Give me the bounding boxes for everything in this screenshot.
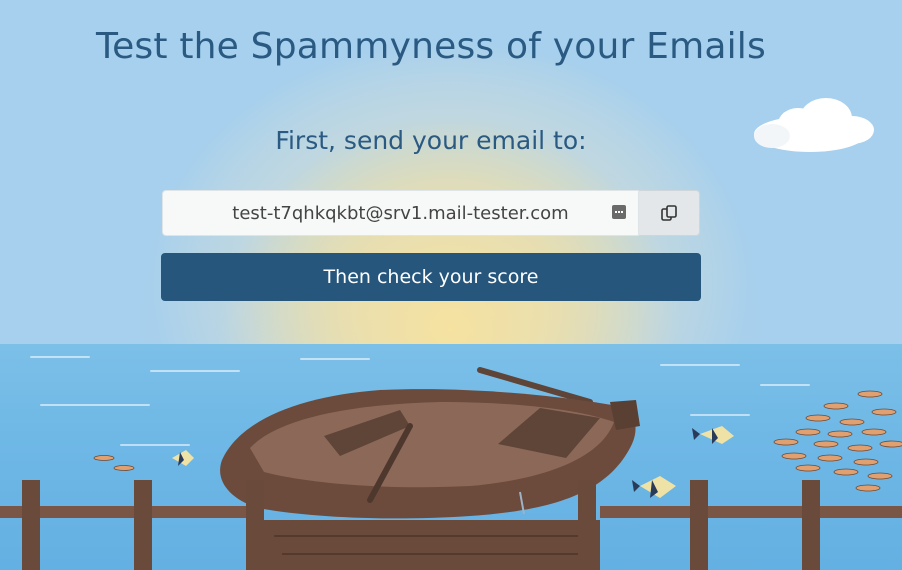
password-manager-icon[interactable] (612, 205, 626, 219)
send-instruction: First, send your email to: (275, 126, 587, 155)
page-title: Test the Spammyness of your Emails (96, 26, 766, 67)
email-address-field[interactable]: test-t7qhkqkbt@srv1.mail-tester.com (162, 190, 639, 236)
copy-button[interactable] (639, 190, 700, 236)
yellow-fish-3 (632, 476, 676, 498)
background-scene: Test the Spammyness of your Emails First… (0, 0, 902, 570)
email-address-text: test-t7qhkqkbt@srv1.mail-tester.com (232, 202, 569, 224)
check-score-button[interactable]: Then check your score (161, 253, 701, 301)
yellow-fish-2 (172, 450, 194, 466)
yellow-fish-1 (692, 426, 734, 444)
copy-icon (661, 205, 677, 221)
email-address-group: test-t7qhkqkbt@srv1.mail-tester.com (162, 190, 700, 236)
dock-and-boat-illustration (0, 367, 902, 570)
